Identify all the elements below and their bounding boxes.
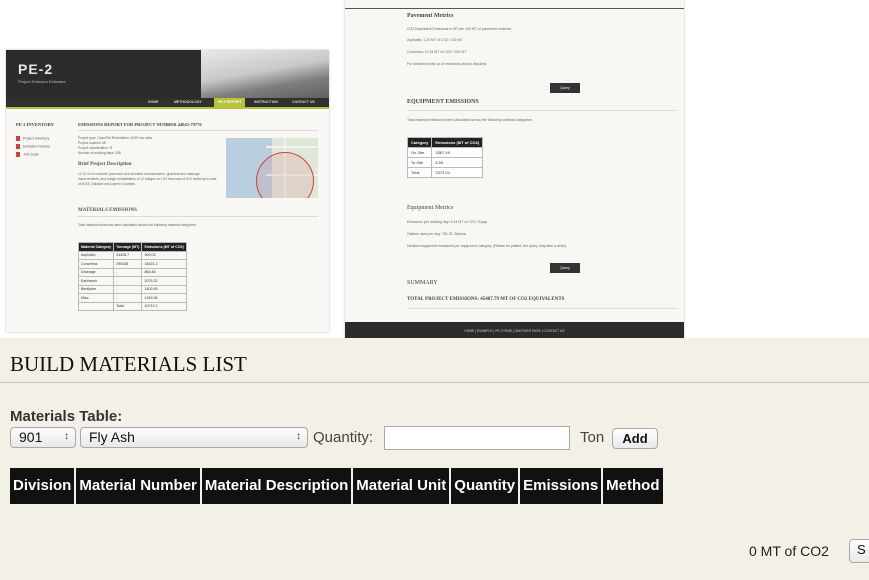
- material-select-value: Fly Ash: [89, 429, 135, 445]
- divider: [407, 110, 677, 111]
- project-map[interactable]: [226, 138, 318, 198]
- site-logo-subtitle: Project Emission Estimator: [18, 79, 66, 84]
- nav-instruction[interactable]: INSTRUCTION: [254, 100, 278, 104]
- equipment-line: Detailed equipment emissions per equipme…: [407, 244, 567, 248]
- report-title: EMISSIONS REPORT FOR PROJECT NUMBER 4404…: [78, 122, 202, 127]
- total-emissions-line: TOTAL PROJECT EMISSIONS: 45487.79 MT OF …: [407, 297, 565, 302]
- total-emissions-label: 0 MT of CO2: [749, 543, 829, 559]
- materials-title: MATERIALS EMISSIONS: [78, 208, 137, 213]
- divider: [78, 216, 318, 217]
- column-header: Material Category: [77, 242, 115, 252]
- select-arrows-icon: ↕: [64, 431, 69, 442]
- equipment-query-button[interactable]: Query: [550, 263, 580, 273]
- nav-home[interactable]: HOME: [148, 100, 159, 104]
- truncated-button[interactable]: S: [849, 539, 869, 563]
- division-select[interactable]: 901 ↕: [10, 427, 76, 448]
- column-header-material-number[interactable]: Material Number: [76, 468, 200, 504]
- table-row: Earthwork -2075.32: [77, 276, 187, 286]
- pavement-line: For detailed break up of emissions acros…: [407, 62, 488, 66]
- left-report-screenshot: PE-2 Project Emission Estimator HOME MET…: [6, 50, 329, 332]
- table-header-row: Material Category Tonnage (MT) Emissions…: [77, 242, 187, 252]
- equipment-metrics-title: Equipment Metrics: [407, 205, 454, 211]
- site-logo: PE-2: [18, 61, 54, 77]
- material-select[interactable]: Fly Ash ↕: [80, 427, 308, 448]
- pavement-query-button[interactable]: Query: [550, 83, 580, 93]
- project-info-line: Project type: Cass/Old Revisitation, M-5…: [78, 136, 153, 140]
- column-header-material-description[interactable]: Material Description: [201, 468, 352, 504]
- division-select-value: 901: [19, 429, 43, 445]
- pavement-line: Concretus: 11.54 MT of CO2 / 100 MT: [407, 50, 467, 54]
- equipment-line: Gallons used per day: 781.31 Gallons: [407, 232, 466, 236]
- equipment-emissions-table: Category Emissions (MT of CO2) On Site 33…: [406, 137, 484, 178]
- nav-methodology[interactable]: METHODOLOGY: [174, 100, 202, 104]
- pavement-line: CO2 Equivalent Emissions in MT per 100 M…: [407, 27, 512, 31]
- site-header: PE-2 Project Emission Estimator: [6, 50, 329, 98]
- top-divider: [345, 8, 684, 9]
- quantity-input[interactable]: [384, 426, 570, 450]
- sidebar-item-factors[interactable]: Emission Factors: [16, 144, 50, 149]
- column-header-division[interactable]: Division: [10, 468, 75, 504]
- sidebar-item-costs[interactable]: Job Costs: [16, 152, 39, 157]
- nav-report[interactable]: PE-2 REPORT: [214, 98, 246, 107]
- table-row: On Site 3367.49: [406, 147, 484, 158]
- map-radius-circle: [256, 152, 314, 198]
- materials-table-header: Division Material Number Material Descri…: [10, 468, 663, 504]
- table-row: Concretus 295108 34521.2: [77, 259, 187, 269]
- table-row: Asphaltic 24428.7 300.03: [77, 250, 187, 260]
- title-divider: [0, 382, 869, 383]
- divider: [407, 308, 677, 309]
- sidebar-title: PE-2 INVENTORY: [16, 122, 54, 127]
- divider: [78, 130, 318, 131]
- document-icon: [16, 136, 20, 141]
- project-info-line: Number of working days: 356: [78, 151, 121, 155]
- project-info-line: Project classification: R: [78, 146, 113, 150]
- materials-emissions-table: Material Category Tonnage (MT) Emissions…: [77, 242, 187, 311]
- unit-label: Ton: [580, 429, 605, 446]
- map-road: [266, 146, 318, 148]
- column-header: Emissions (MT of CO2): [431, 137, 484, 148]
- pavement-metrics-title: Pavement Metrics: [407, 13, 454, 19]
- add-button[interactable]: Add: [612, 428, 658, 449]
- footer-links[interactable]: HOME | EXAMPLE | PE-2 PAGE | ANOTHER PAG…: [345, 329, 684, 333]
- materials-table-label: Materials Table:: [10, 408, 123, 425]
- document-icon: [16, 144, 20, 149]
- project-info-line: Project location: MI: [78, 141, 107, 145]
- table-total-row: Total 3373.04: [406, 167, 484, 178]
- column-header: Emissions (MT of CO2): [141, 242, 187, 252]
- table-header-row: Category Emissions (MT of CO2): [406, 137, 484, 148]
- select-arrows-icon: ↕: [296, 431, 301, 442]
- document-icon: [16, 152, 20, 157]
- brief-text: 12.31 mi of concrete pavement and should…: [78, 172, 217, 186]
- equipment-note: Total material emissions were calculated…: [407, 118, 533, 122]
- pavement-line: Asphaltic: 1.23 MT of CO2 / 100 MT: [407, 38, 463, 42]
- site-footer: HOME | EXAMPLE | PE-2 PAGE | ANOTHER PAG…: [345, 322, 684, 338]
- build-materials-panel: BUILD MATERIALS LIST Materials Table: 90…: [0, 338, 869, 580]
- table-row: Misc. -1349.08: [77, 293, 187, 303]
- nav-accent-bar: [6, 107, 329, 109]
- sidebar-item-inventory[interactable]: Project Inventory: [16, 136, 49, 141]
- table-total-row: Total 40712.1: [77, 301, 187, 311]
- column-header-emissions[interactable]: Emissions: [520, 468, 602, 504]
- column-header: Tonnage (MT): [113, 242, 143, 252]
- materials-note: Total material emissions were calculated…: [78, 223, 197, 227]
- site-nav: HOME METHODOLOGY PE-2 REPORT INSTRUCTION…: [6, 98, 329, 107]
- page-title: BUILD MATERIALS LIST: [10, 352, 247, 376]
- header-road-photo: [201, 50, 329, 98]
- brief-title: Brief Project Description: [78, 162, 132, 167]
- column-header-method[interactable]: Method: [603, 468, 663, 504]
- summary-title: SUMMARY: [407, 280, 438, 286]
- equipment-emissions-title: EQUIPMENT EMISSIONS: [407, 99, 479, 105]
- nav-contact[interactable]: CONTACT US: [292, 100, 315, 104]
- table-row: Bentlybrn -1402.65: [77, 284, 187, 294]
- table-row: Drainage -864.85: [77, 267, 187, 277]
- column-header-material-unit[interactable]: Material Unit: [353, 468, 450, 504]
- quantity-label: Quantity:: [313, 429, 374, 446]
- right-report-screenshot: Pavement Metrics CO2 Equivalent Emission…: [345, 0, 684, 338]
- equipment-line: Emissions per working day: 9.44 MT of CO…: [407, 220, 488, 224]
- column-header: Category: [406, 137, 433, 148]
- column-header-quantity[interactable]: Quantity: [451, 468, 519, 504]
- table-row: To Site 5.55: [406, 157, 484, 168]
